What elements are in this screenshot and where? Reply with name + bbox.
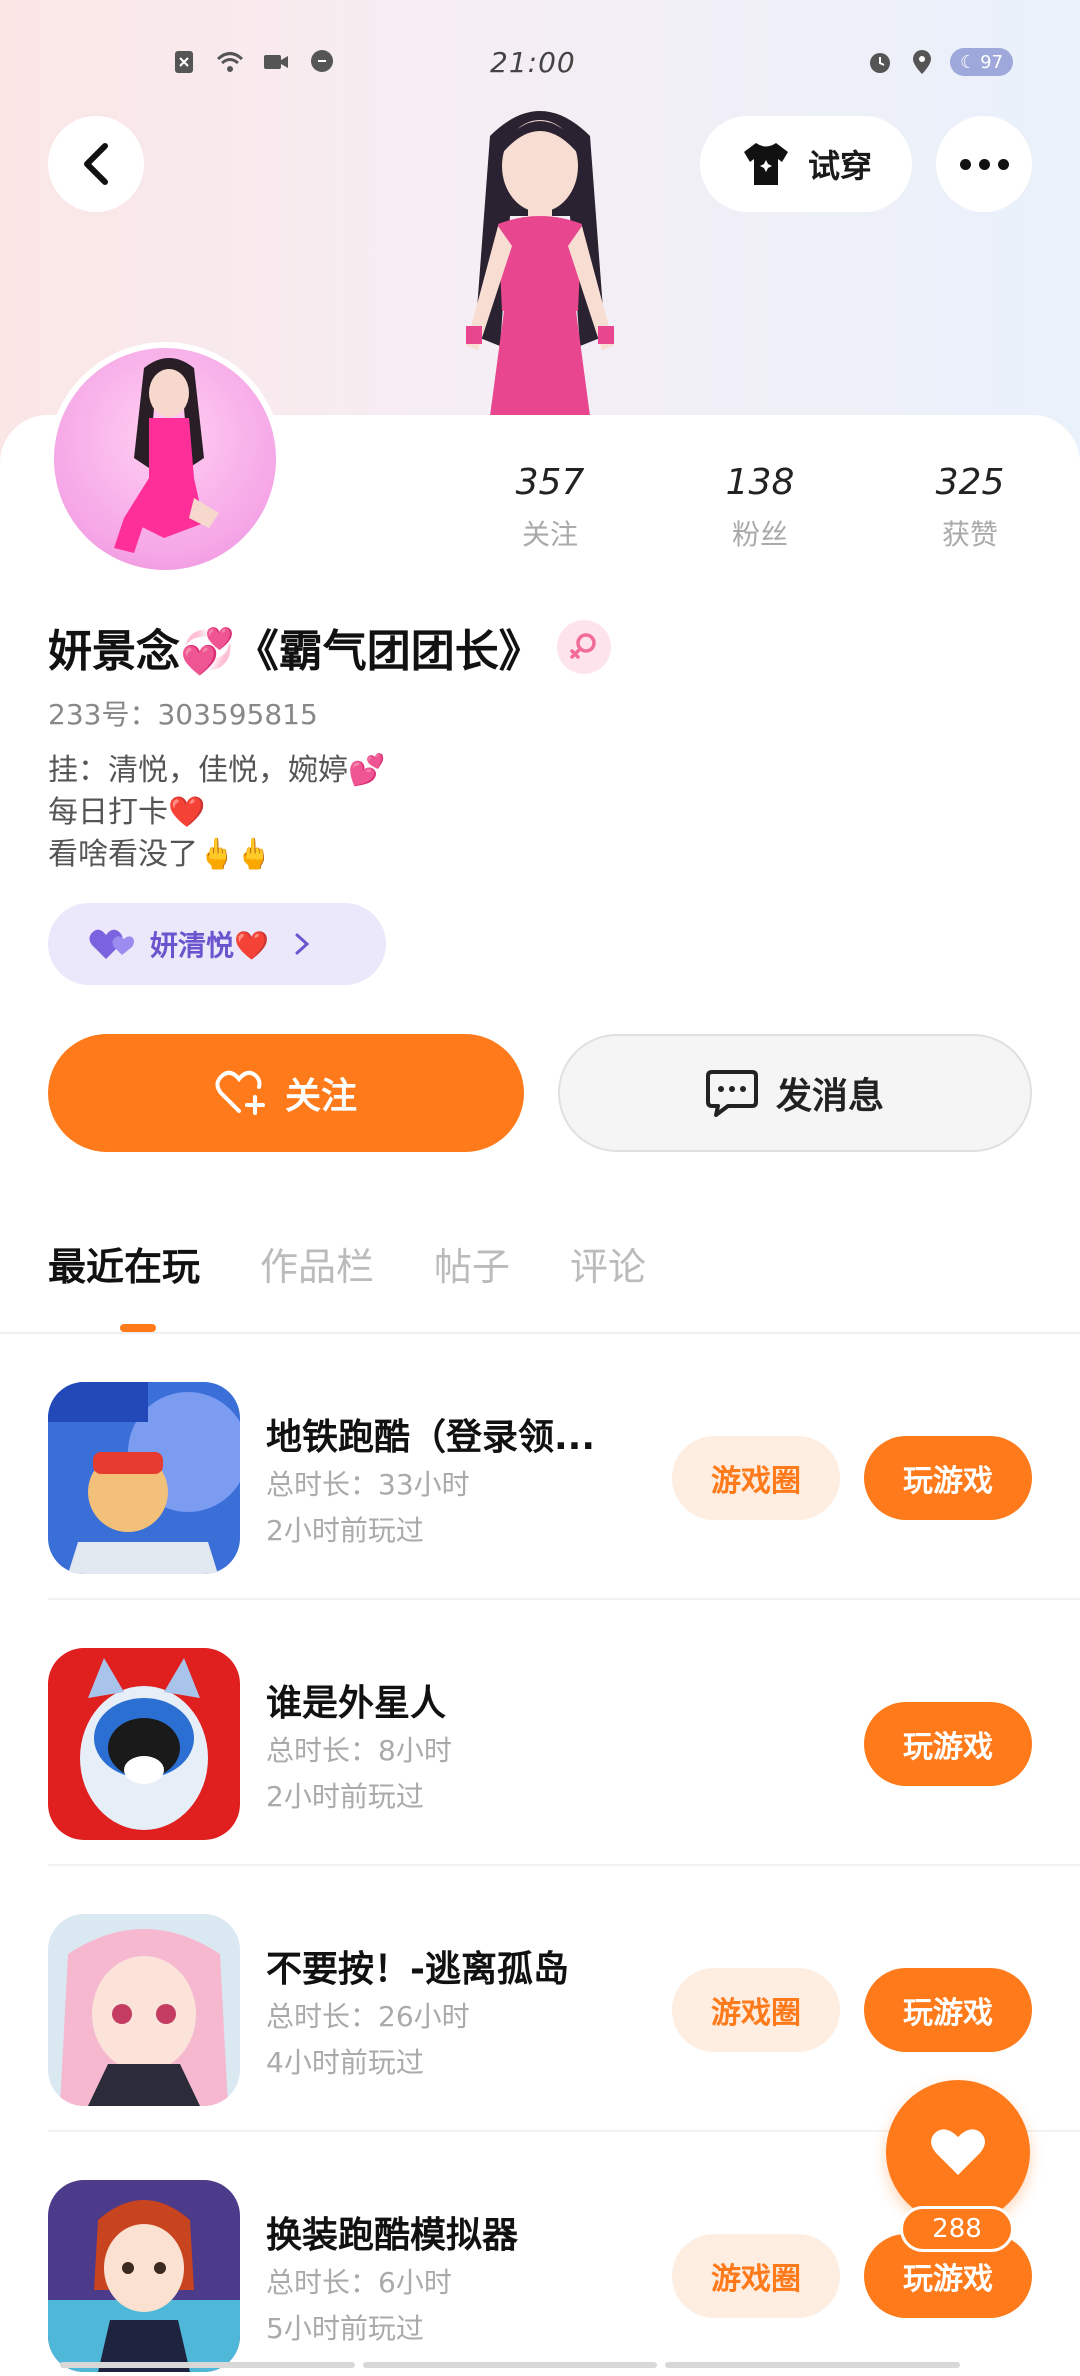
game-meta: 总时长：26小时 4小时前玩过 — [266, 1994, 470, 2086]
location-icon — [913, 50, 931, 74]
stat-value: 357 — [515, 462, 585, 503]
status-bar: 21:00 ☾ 97 — [0, 40, 1080, 90]
play-game-button[interactable]: 玩游戏 — [864, 1968, 1032, 2052]
game-total-time: 总时长：26小时 — [266, 2000, 470, 2033]
game-title: 谁是外星人 — [266, 1683, 447, 1724]
stat-label: 关注 — [521, 518, 578, 551]
game-circle-button[interactable]: 游戏圈 — [672, 1436, 840, 1520]
stat-value: 325 — [935, 462, 1005, 503]
game-total-time: 总时长：6小时 — [266, 2266, 452, 2299]
stat-value: 138 — [725, 462, 795, 503]
video-icon — [264, 55, 288, 69]
alarm-icon — [870, 53, 890, 73]
profile-name-row: 妍景念💞《霸气团团长》 — [48, 615, 611, 679]
message-label: 发消息 — [775, 1076, 884, 1117]
friend-chip[interactable]: 妍清悦❤️ — [48, 903, 386, 985]
more-options-button[interactable] — [936, 116, 1032, 212]
tab-recently-played[interactable]: 最近在玩 — [48, 1236, 200, 1291]
game-total-time: 总时长：33小时 — [266, 1468, 470, 1501]
stat-label: 获赞 — [941, 518, 998, 551]
game-title: 换装跑酷模拟器 — [266, 2215, 519, 2256]
battery-indicator: ☾ 97 — [950, 48, 1014, 76]
stat-likes[interactable]: 325 获赞 — [900, 462, 1040, 553]
battery-level: 97 — [980, 51, 1004, 73]
status-left-icons — [170, 48, 336, 76]
game-icon-dressup-parkour[interactable] — [48, 2180, 240, 2372]
follow-label: 关注 — [284, 1076, 357, 1117]
bio-line: 每日打卡❤️ — [48, 795, 206, 830]
tab-comments[interactable]: 评论 — [570, 1236, 646, 1291]
chevron-right-icon — [295, 933, 310, 955]
bio-line: 看啥看没了🖕🖕 — [48, 837, 273, 872]
moon-battery-icon: ☾ — [960, 51, 977, 73]
double-heart-icon — [89, 929, 134, 959]
stat-following[interactable]: 357 关注 — [480, 462, 620, 553]
like-count-badge: 288 — [900, 2206, 1014, 2252]
avatar-3d-figure[interactable] — [420, 96, 660, 416]
follow-button[interactable]: 关注 — [48, 1034, 524, 1152]
tab-posts[interactable]: 帖子 — [434, 1236, 510, 1291]
try-on-button[interactable]: 试穿 — [700, 116, 912, 212]
more-dot — [997, 158, 1009, 170]
tab-works[interactable]: 作品栏 — [260, 1236, 374, 1291]
tshirt-icon — [743, 143, 788, 185]
list-item[interactable]: 谁是外星人 总时长：8小时 2小时前玩过 玩游戏 — [0, 1600, 1080, 1866]
list-item[interactable]: 地铁跑酷（登录领... 总时长：33小时 2小时前玩过 游戏圈 玩游戏 — [0, 1334, 1080, 1600]
send-message-button[interactable]: 发消息 — [558, 1034, 1032, 1152]
sim-off-icon — [175, 51, 193, 73]
game-title: 地铁跑酷（登录领... — [266, 1417, 596, 1458]
chevron-left-icon — [84, 143, 108, 185]
friend-chip-label: 妍清悦❤️ — [150, 929, 269, 962]
game-last-played: 5小时前玩过 — [266, 2312, 424, 2345]
chat-bubble-icon — [311, 50, 333, 72]
more-dot — [978, 158, 990, 170]
avatar-image — [54, 348, 276, 570]
game-last-played: 4小时前玩过 — [266, 2046, 424, 2079]
game-icon-who-is-alien[interactable] — [48, 1648, 240, 1840]
bar-segment — [60, 2362, 355, 2368]
game-total-time: 总时长：8小时 — [266, 1734, 452, 1767]
profile-avatar[interactable] — [48, 342, 282, 576]
status-right-icons: ☾ 97 — [866, 48, 1014, 76]
game-icon-subway-surfers[interactable] — [48, 1382, 240, 1574]
game-title: 不要按！-逃离孤岛 — [266, 1949, 569, 1990]
profile-stats: 357 关注 138 粉丝 325 获赞 — [480, 462, 1040, 553]
profile-name: 妍景念💞《霸气团团长》 — [48, 626, 543, 677]
stat-followers[interactable]: 138 粉丝 — [690, 462, 830, 553]
game-meta: 总时长：8小时 2小时前玩过 — [266, 1728, 452, 1820]
game-meta: 总时长：6小时 5小时前玩过 — [266, 2260, 452, 2352]
message-icon — [705, 1070, 758, 1117]
more-dots-icon — [959, 158, 971, 170]
game-icon-escape-island[interactable] — [48, 1914, 240, 2106]
game-circle-button[interactable]: 游戏圈 — [672, 1968, 840, 2052]
game-meta: 总时长：33小时 2小时前玩过 — [266, 1462, 470, 1554]
stat-label: 粉丝 — [731, 518, 788, 551]
play-game-button[interactable]: 玩游戏 — [864, 1436, 1032, 1520]
game-last-played: 2小时前玩过 — [266, 1514, 424, 1547]
back-button[interactable] — [48, 116, 144, 212]
like-fab-button[interactable] — [886, 2080, 1030, 2224]
profile-bio: 挂：清悦，佳悦，婉婷💕 每日打卡❤️ 看啥看没了🖕🖕 — [48, 750, 385, 876]
bar-segment — [362, 2362, 658, 2368]
game-circle-button[interactable]: 游戏圈 — [672, 2234, 840, 2318]
try-on-label: 试穿 — [807, 147, 872, 185]
status-time: 21:00 — [490, 46, 576, 79]
female-gender-icon — [556, 620, 611, 674]
active-tab-indicator — [120, 1324, 156, 1332]
play-game-button[interactable]: 玩游戏 — [864, 1702, 1032, 1786]
heart-plus-icon — [215, 1070, 265, 1115]
game-last-played: 2小时前玩过 — [266, 1780, 424, 1813]
heart-icon — [931, 2129, 985, 2175]
wifi-icon — [216, 52, 244, 72]
bio-line: 挂：清悦，佳悦，婉婷💕 — [48, 753, 386, 788]
profile-tabs: 最近在玩 作品栏 帖子 评论 — [48, 1236, 646, 1291]
bottom-scroll-bars — [60, 2362, 961, 2368]
avatar-illustration — [114, 358, 219, 553]
bar-segment — [665, 2362, 961, 2368]
user-id: 233号：303595815 — [48, 698, 318, 731]
